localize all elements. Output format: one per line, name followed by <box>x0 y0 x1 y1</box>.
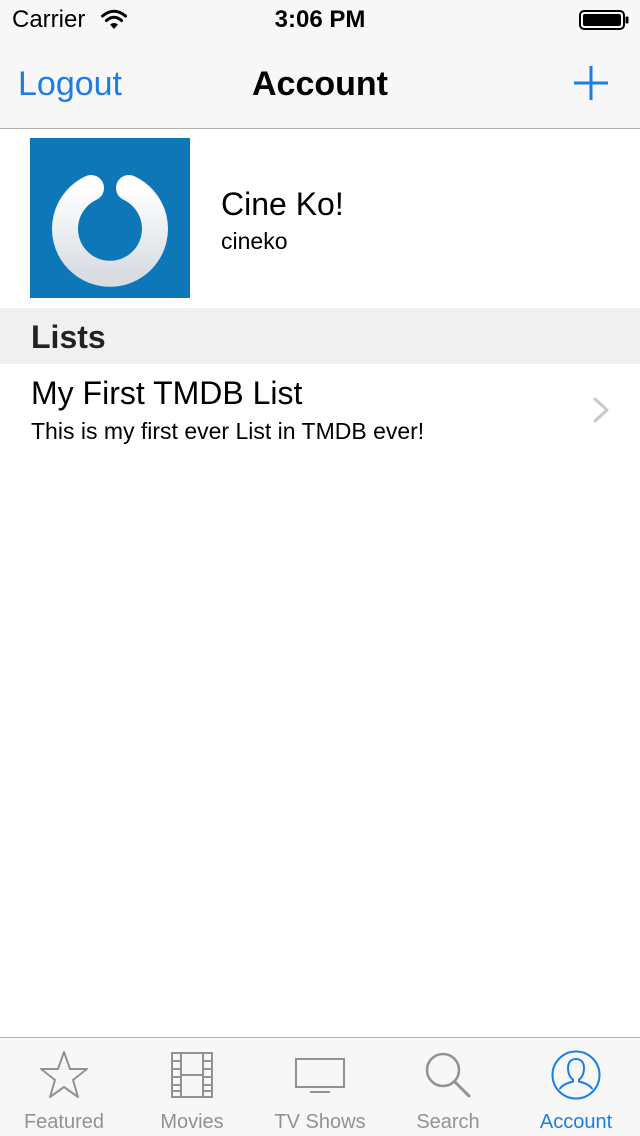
profile-username: cineko <box>221 228 288 254</box>
account-screen: Carrier 3:06 PM Logout Account Cine Ko! … <box>0 0 640 1136</box>
tab-tv-shows[interactable]: TV Shows <box>256 1038 384 1136</box>
person-icon <box>551 1050 601 1100</box>
tab-account[interactable]: Account <box>512 1038 640 1136</box>
profile-name: Cine Ko! <box>221 186 344 222</box>
plus-icon[interactable] <box>572 64 610 102</box>
tab-label: Search <box>416 1111 480 1133</box>
tab-label: Account <box>539 1111 613 1133</box>
profile-header: Cine Ko! cineko <box>0 129 640 308</box>
section-title: Lists <box>31 319 106 355</box>
tab-search[interactable]: Search <box>384 1038 512 1136</box>
chevron-right-icon <box>593 397 609 423</box>
film-icon <box>171 1052 213 1098</box>
lists-section-header: Lists <box>0 308 640 364</box>
avatar <box>30 138 190 298</box>
tab-label: Movies <box>160 1111 224 1133</box>
avatar-power-icon <box>52 172 168 287</box>
battery-icon <box>579 10 629 30</box>
star-icon <box>40 1051 88 1098</box>
status-bar: Carrier 3:06 PM <box>0 0 640 40</box>
status-time: 3:06 PM <box>274 6 366 33</box>
search-icon <box>425 1052 471 1098</box>
tab-label: Featured <box>23 1111 105 1133</box>
tab-bar: Featured Movies TV Shows Search Account <box>0 1037 640 1136</box>
list-item[interactable]: My First TMDB List This is my first ever… <box>0 364 640 456</box>
tab-movies[interactable]: Movies <box>128 1038 256 1136</box>
navigation-bar: Logout Account <box>0 40 640 129</box>
tab-featured[interactable]: Featured <box>0 1038 128 1136</box>
tab-label: TV Shows <box>274 1111 366 1133</box>
list-description: This is my first ever List in TMDB ever! <box>31 418 425 444</box>
tv-icon <box>295 1058 345 1093</box>
list-title: My First TMDB List <box>31 375 303 411</box>
logout-button[interactable]: Logout <box>18 64 122 104</box>
